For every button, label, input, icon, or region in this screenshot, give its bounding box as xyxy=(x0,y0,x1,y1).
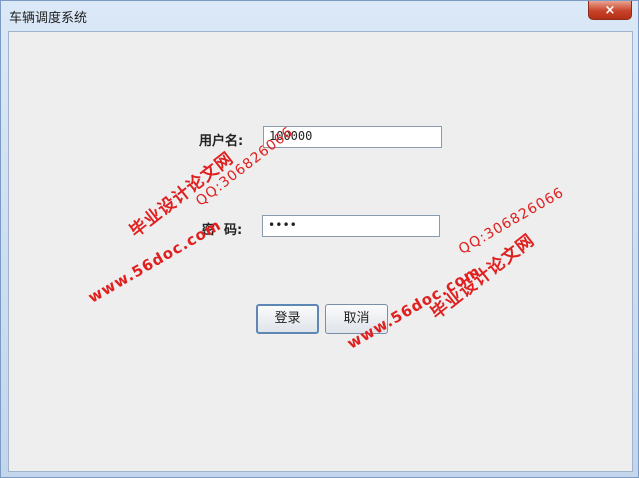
close-button[interactable]: × xyxy=(588,1,632,20)
close-icon: × xyxy=(604,2,616,18)
password-field[interactable]: •••• xyxy=(262,215,440,237)
app-window: 车辆调度系统 × 用户名: 100000 密 码: •••• 登录 取消 毕业设… xyxy=(0,0,639,478)
title-bar[interactable]: 车辆调度系统 × xyxy=(1,1,638,31)
login-button[interactable]: 登录 xyxy=(256,304,319,334)
login-panel: 用户名: 100000 密 码: •••• 登录 取消 xyxy=(8,31,633,472)
window-title: 车辆调度系统 xyxy=(9,11,88,26)
